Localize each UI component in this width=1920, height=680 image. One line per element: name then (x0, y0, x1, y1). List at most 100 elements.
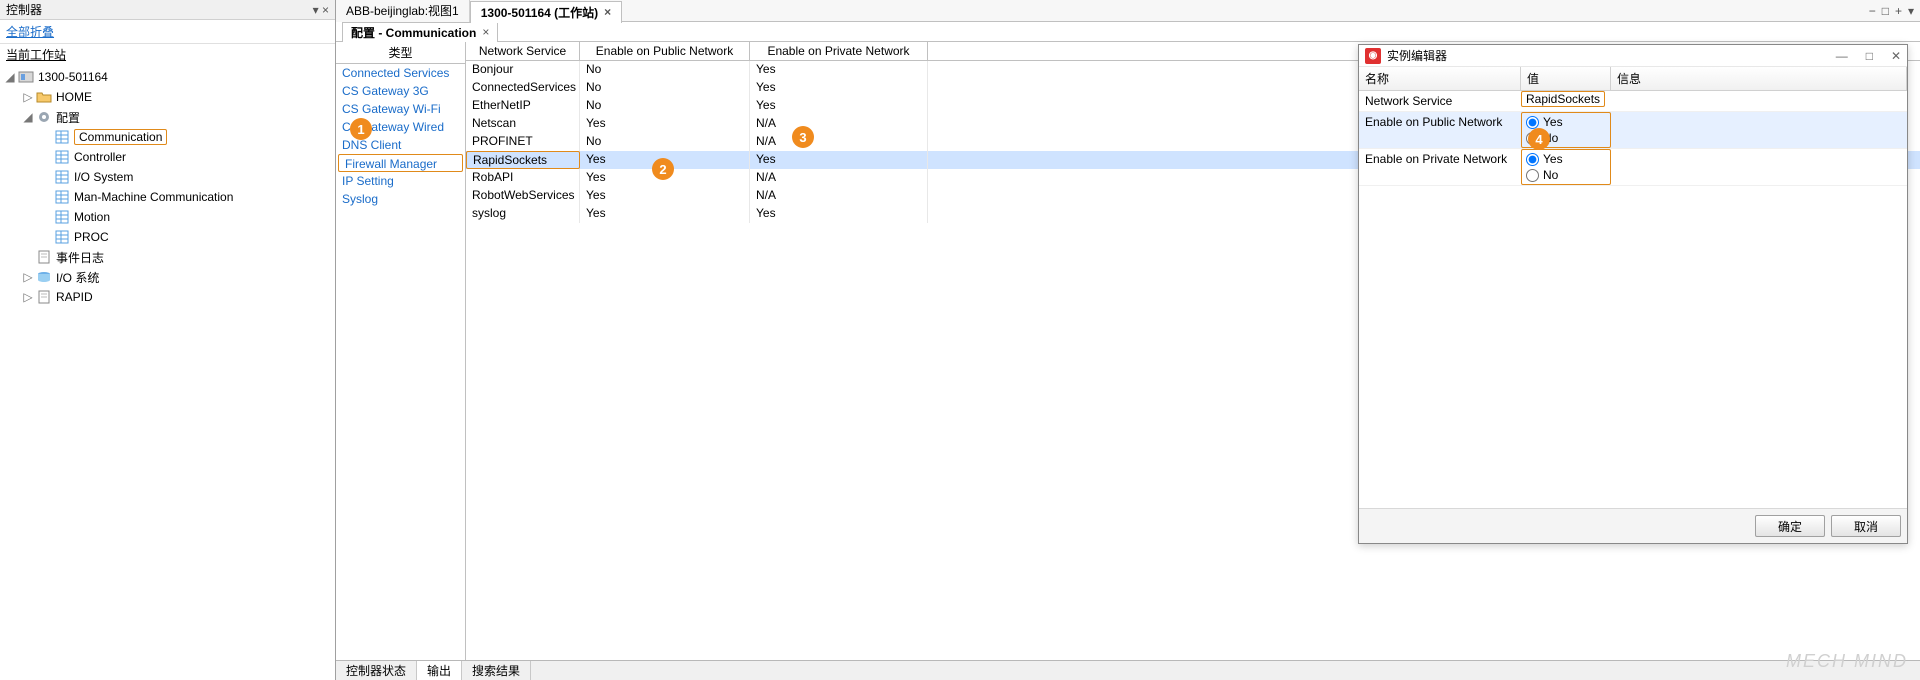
tab-1300-501164-[interactable]: 1300-501164 (工作站)× (470, 1, 622, 23)
type-item-cs-gateway-3g[interactable]: CS Gateway 3G (336, 82, 465, 100)
type-item-firewall-manager[interactable]: Firewall Manager (338, 154, 463, 172)
tree: ◢ 1300-501164 ▷HOME ◢ 配置Communication Control… (0, 65, 335, 309)
radio-input[interactable] (1526, 153, 1539, 166)
tree-item-proc[interactable]: PROC (4, 227, 335, 247)
editor-title-bar[interactable]: ◉ 实例编辑器 — □ ✕ (1359, 45, 1907, 67)
type-item-connected-services[interactable]: Connected Services (336, 64, 465, 82)
disk-icon (36, 269, 52, 285)
bottom-tab-0[interactable]: 控制器状态 (336, 661, 417, 680)
window-control-icon[interactable]: □ (1882, 4, 1889, 18)
window-control-icon[interactable]: − (1869, 4, 1876, 18)
tree-item-i/o-系统[interactable]: ▷I/O 系统 (4, 267, 335, 287)
collapse-all-link[interactable]: 全部折叠 (0, 20, 335, 44)
tree-item-motion[interactable]: Motion (4, 207, 335, 227)
expander-icon[interactable]: ▷ (22, 91, 34, 103)
annotation-2: 2 (652, 158, 674, 180)
tree-item-man-machine-communication[interactable]: Man-Machine Communication (4, 187, 335, 207)
tree-item-事件日志[interactable]: 事件日志 (4, 247, 335, 267)
tree-item-rapid[interactable]: ▷RAPID (4, 287, 335, 307)
config-tab[interactable]: 配置 - Communication × (342, 22, 498, 42)
ok-button[interactable]: 确定 (1755, 515, 1825, 537)
expander-icon[interactable]: ▷ (22, 291, 34, 303)
bottom-tab-1[interactable]: 输出 (417, 661, 462, 680)
close-icon[interactable]: ✕ (1891, 49, 1901, 63)
tree-item-配置[interactable]: ◢ 配置 (4, 107, 335, 127)
grid-icon (54, 169, 70, 185)
tab-abb-beijinglab-1[interactable]: ABB-beijinglab:视图1 (336, 0, 470, 22)
type-item-syslog[interactable]: Syslog (336, 190, 465, 208)
tree-label: 配置 (56, 109, 80, 126)
service-name: Netscan (466, 115, 580, 133)
tree-item-communication[interactable]: Communication (4, 127, 335, 147)
controller-icon (18, 69, 34, 85)
editor-row-info (1611, 112, 1907, 148)
service-priv: Yes (750, 205, 928, 223)
editor-row-name: Enable on Public Network (1359, 112, 1521, 148)
grid-icon (54, 229, 70, 245)
section-header: 当前工作站 (0, 44, 335, 65)
bottom-tab-2[interactable]: 搜索结果 (462, 661, 531, 680)
service-name: RobotWebServices (466, 187, 580, 205)
service-pub: No (580, 79, 750, 97)
tree-label: 事件日志 (56, 249, 104, 266)
editor-col-info: 信息 (1611, 67, 1907, 90)
radio-option-yes[interactable]: Yes (1526, 152, 1606, 166)
annotation-1: 1 (350, 118, 372, 140)
tree-item-1300-501164[interactable]: ◢ 1300-501164 (4, 67, 335, 87)
tab-label: ABB-beijinglab:视图1 (346, 2, 459, 19)
close-icon[interactable]: × (482, 25, 489, 39)
service-priv: N/A (750, 133, 928, 151)
editor-row-info (1611, 149, 1907, 185)
tree-item-i/o-system[interactable]: I/O System (4, 167, 335, 187)
service-name: PROFINET (466, 133, 580, 151)
pin-icon[interactable]: ▾ × (313, 3, 329, 17)
editor-row-value[interactable]: Yes No (1521, 149, 1611, 185)
window-control-icon[interactable]: + (1895, 4, 1902, 18)
editor-row-info (1611, 91, 1907, 111)
tree-item-home[interactable]: ▷HOME (4, 87, 335, 107)
radio-option-yes[interactable]: Yes (1526, 115, 1606, 129)
type-item-cs-gateway-wi-fi[interactable]: CS Gateway Wi-Fi (336, 100, 465, 118)
service-pub: No (580, 133, 750, 151)
service-priv: Yes (750, 79, 928, 97)
editor-body: Network ServiceRapidSocketsEnable on Pub… (1359, 91, 1907, 508)
tree-label: Controller (74, 150, 126, 164)
type-item-ip-setting[interactable]: IP Setting (336, 172, 465, 190)
editor-title: 实例编辑器 (1387, 47, 1447, 64)
service-header[interactable]: Enable on Private Network (750, 42, 928, 60)
expander-icon[interactable]: ◢ (22, 111, 34, 123)
service-header[interactable]: Enable on Public Network (580, 42, 750, 60)
instance-editor-dialog: ◉ 实例编辑器 — □ ✕ 名称 值 信息 Network ServiceRap… (1358, 44, 1908, 544)
radio-input[interactable] (1526, 169, 1539, 182)
panel-title: 控制器 (6, 1, 42, 18)
sub-tab-bar: 配置 - Communication × (336, 22, 1920, 42)
editor-col-name: 名称 (1359, 67, 1521, 90)
radio-input[interactable] (1526, 116, 1539, 129)
grid-icon (54, 149, 70, 165)
close-icon[interactable]: × (604, 5, 611, 19)
expander-icon[interactable]: ◢ (4, 71, 16, 83)
maximize-icon[interactable]: □ (1866, 49, 1873, 63)
minimize-icon[interactable]: — (1836, 49, 1848, 63)
editor-row-network-service: Network ServiceRapidSockets (1359, 91, 1907, 112)
service-priv: N/A (750, 187, 928, 205)
window-control-icon[interactable]: ▾ (1908, 4, 1914, 18)
editor-row-value[interactable]: RapidSockets (1521, 91, 1611, 111)
expander-icon[interactable]: ▷ (22, 271, 34, 283)
service-name: RapidSockets (466, 151, 580, 169)
tree-item-controller[interactable]: Controller (4, 147, 335, 167)
editor-row-name: Enable on Private Network (1359, 149, 1521, 185)
page-icon (36, 289, 52, 305)
cancel-button[interactable]: 取消 (1831, 515, 1901, 537)
radio-option-no[interactable]: No (1526, 168, 1606, 182)
tree-label: 1300-501164 (38, 70, 108, 84)
editor-row-enable-on-private-network: Enable on Private Network Yes No (1359, 149, 1907, 186)
service-name: EtherNetIP (466, 97, 580, 115)
service-header[interactable]: Network Service (466, 42, 580, 60)
service-priv: N/A (750, 115, 928, 133)
main-area: ABB-beijinglab:视图11300-501164 (工作站)×−□+▾… (336, 0, 1920, 680)
editor-row-enable-on-public-network: Enable on Public Network Yes No (1359, 112, 1907, 149)
service-name: ConnectedServices (466, 79, 580, 97)
editor-value: RapidSockets (1521, 91, 1605, 107)
type-header: 类型 (336, 42, 465, 64)
